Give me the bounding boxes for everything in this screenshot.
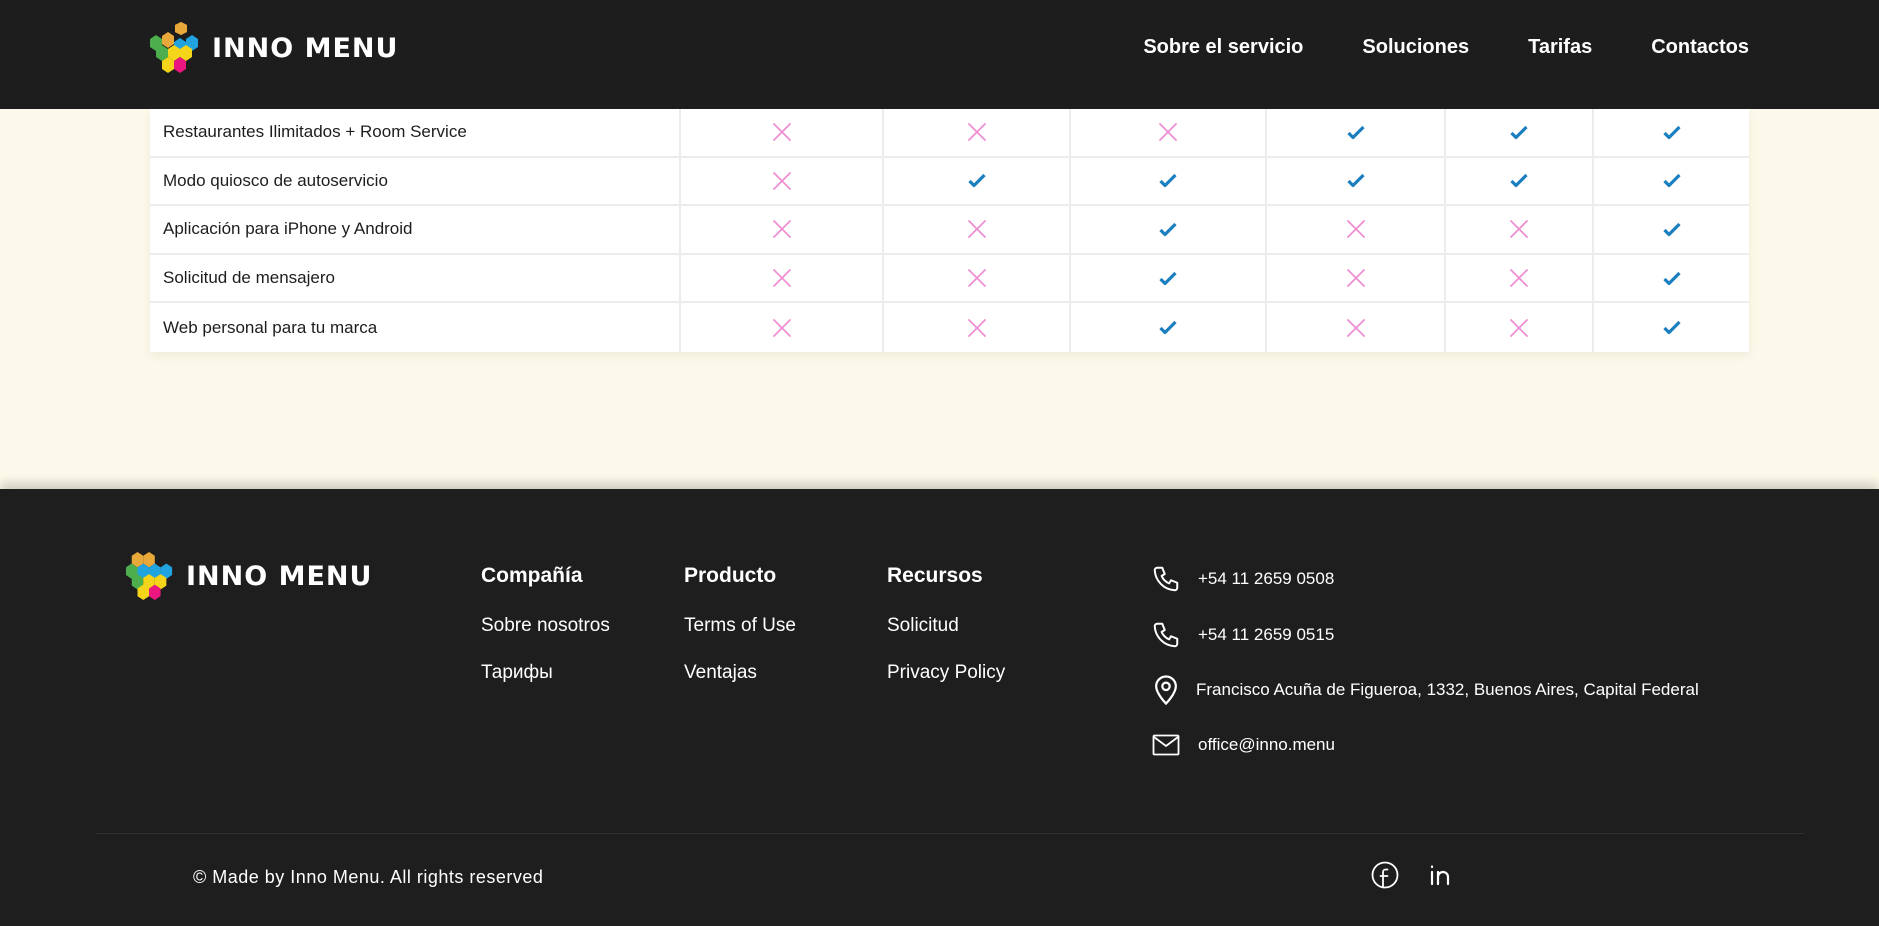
check-icon	[1592, 157, 1749, 205]
check-icon	[1069, 303, 1265, 352]
footer-column-compania: Compañía Sobre nosotros Тарифы	[481, 564, 610, 684]
features-comparison-table: Restaurantes Ilimitados + Room Service Mo…	[150, 109, 1749, 352]
link-solicitud[interactable]: Solicitud	[887, 615, 1005, 637]
cross-icon	[679, 206, 882, 253]
table-row: Modo quiosco de autoservicio	[150, 157, 1749, 207]
site-footer: INNO MENU Compañía Sobre nosotros Тарифы…	[0, 489, 1879, 926]
column-title: Producto	[684, 564, 777, 587]
check-icon	[1265, 157, 1444, 205]
check-icon	[1069, 254, 1265, 302]
column-title: Recursos	[887, 564, 983, 587]
table-row: Solicitud de mensajero	[150, 254, 1749, 304]
cross-icon	[679, 109, 882, 156]
table-row: Restaurantes Ilimitados + Room Service	[150, 109, 1749, 158]
cross-icon	[1444, 303, 1592, 352]
link-privacy-policy[interactable]: Privacy Policy	[887, 662, 1005, 684]
feature-label: Aplicación para iPhone y Android	[163, 219, 413, 239]
link-terms-of-use[interactable]: Terms of Use	[684, 615, 796, 637]
logo-hexagons-icon	[150, 22, 198, 73]
cross-icon	[882, 206, 1069, 253]
facebook-icon[interactable]	[1370, 860, 1400, 890]
main-nav: Sobre el servicio Soluciones Tarifas Con…	[1084, 36, 1749, 59]
phone-icon	[1150, 563, 1182, 595]
mail-icon	[1150, 729, 1182, 761]
nav-soluciones[interactable]: Soluciones	[1362, 36, 1469, 59]
cross-icon	[882, 303, 1069, 352]
cross-icon	[1265, 254, 1444, 302]
feature-label: Modo quiosco de autoservicio	[163, 170, 388, 190]
cross-icon	[679, 254, 882, 302]
contact-email[interactable]: office@inno.menu	[1150, 729, 1335, 761]
header-logo[interactable]: INNO MENU	[148, 22, 398, 74]
check-icon	[1592, 109, 1749, 156]
phone-number: +54 11 2659 0515	[1198, 625, 1335, 644]
cross-icon	[1265, 206, 1444, 253]
feature-label: Web personal para tu marca	[163, 317, 378, 337]
check-icon	[882, 157, 1069, 205]
footer-divider	[96, 833, 1804, 834]
check-icon	[1444, 109, 1592, 156]
phone-number: +54 11 2659 0508	[1198, 569, 1335, 588]
check-icon	[1265, 109, 1444, 156]
cross-icon	[882, 254, 1069, 302]
linkedin-icon[interactable]	[1426, 860, 1456, 890]
cross-icon	[1444, 206, 1592, 253]
cross-icon	[679, 303, 882, 352]
column-title: Compañía	[481, 564, 583, 587]
feature-label: Restaurantes Ilimitados + Room Service	[163, 122, 467, 142]
contact-phone-1[interactable]: +54 11 2659 0508	[1150, 563, 1334, 595]
check-icon	[1444, 157, 1592, 205]
logo-text: INNO MENU	[212, 32, 399, 64]
check-icon	[1592, 254, 1749, 302]
nav-contactos[interactable]: Contactos	[1651, 36, 1749, 59]
logo-text: INNO MENU	[186, 560, 373, 592]
email-text: office@inno.menu	[1198, 735, 1335, 754]
contact-address: Francisco Acuña de Figueroa, 1332, Bueno…	[1150, 674, 1699, 706]
nav-tarifas[interactable]: Tarifas	[1528, 36, 1592, 59]
cross-icon	[679, 157, 882, 205]
logo-hexagons-icon	[125, 551, 173, 601]
nav-sobre-el-servicio[interactable]: Sobre el servicio	[1143, 36, 1303, 59]
cross-icon	[882, 109, 1069, 156]
link-sobre-nosotros[interactable]: Sobre nosotros	[481, 615, 610, 637]
cross-icon	[1444, 254, 1592, 302]
cross-icon	[1069, 109, 1265, 156]
link-ventajas[interactable]: Ventajas	[684, 662, 796, 684]
footer-column-producto: Producto Terms of Use Ventajas	[684, 564, 796, 684]
location-pin-icon	[1150, 674, 1182, 706]
footer-column-recursos: Recursos Solicitud Privacy Policy	[887, 564, 1005, 684]
address-text: Francisco Acuña de Figueroa, 1332, Bueno…	[1196, 680, 1699, 699]
check-icon	[1069, 206, 1265, 253]
link-tarifas[interactable]: Тарифы	[481, 662, 610, 684]
table-row: Web personal para tu marca	[150, 303, 1749, 352]
site-header: INNO MENU Sobre el servicio Soluciones T…	[0, 0, 1879, 109]
contact-phone-2[interactable]: +54 11 2659 0515	[1150, 619, 1334, 651]
table-row: Aplicación para iPhone y Android	[150, 206, 1749, 255]
check-icon	[1592, 206, 1749, 253]
copyright-text: © Made by Inno Menu. All rights reserved	[193, 867, 544, 887]
check-icon	[1592, 303, 1749, 352]
footer-logo[interactable]: INNO MENU	[124, 551, 372, 601]
feature-label: Solicitud de mensajero	[163, 268, 335, 288]
cross-icon	[1265, 303, 1444, 352]
check-icon	[1069, 157, 1265, 205]
phone-icon	[1150, 619, 1182, 651]
